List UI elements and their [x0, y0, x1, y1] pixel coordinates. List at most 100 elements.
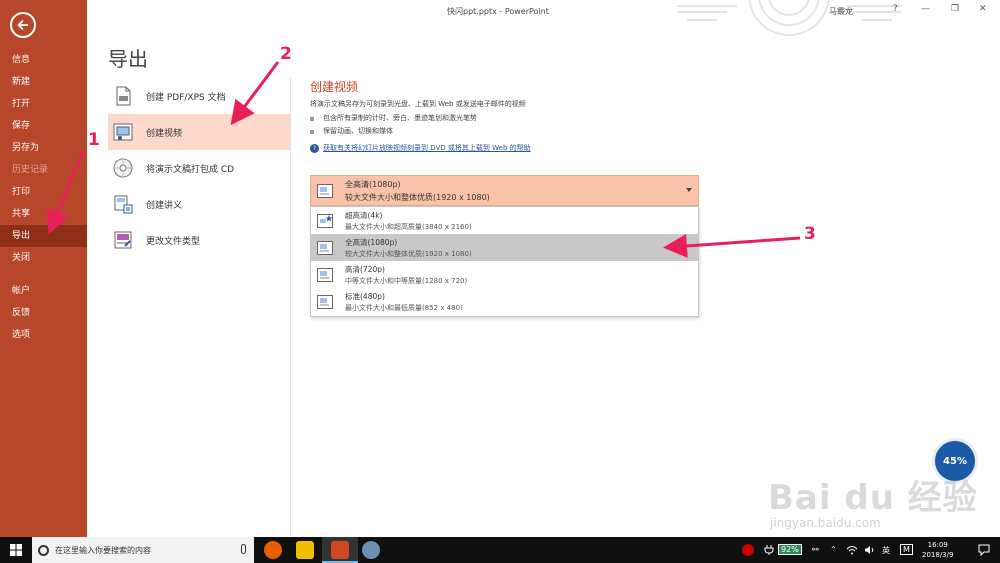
annotation-number-1: 1: [88, 130, 100, 150]
cortana-icon: [38, 544, 49, 556]
export-option-label: 创建讲义: [146, 200, 183, 211]
sidebar-item-open[interactable]: 打开: [0, 93, 87, 115]
ime-language[interactable]: 英: [882, 545, 890, 556]
powerpoint-icon[interactable]: [331, 541, 349, 559]
notifications-icon[interactable]: [978, 544, 990, 556]
sidebar-item-print[interactable]: 打印: [0, 181, 87, 203]
quality-option-title: 标准(480p): [345, 291, 385, 301]
watermark-url: jingyan.baidu.com: [770, 516, 881, 530]
quality-option-480p[interactable]: 标准(480p) 最小文件大小和最低质量(852 x 480): [311, 288, 698, 315]
wifi-icon[interactable]: [846, 545, 858, 555]
back-button[interactable]: [10, 12, 36, 38]
chevron-up-icon[interactable]: ⌃: [830, 545, 837, 554]
video-help-link[interactable]: ? 获取有关将幻灯片放映视频刻录到 DVD 或将其上载到 Web 的帮助: [310, 143, 531, 153]
close-button[interactable]: ✕: [979, 4, 987, 14]
people-icon[interactable]: ⚯: [812, 545, 819, 554]
quality-option-4k[interactable]: 超高清(4k) 最大文件大小和超高质量(3840 x 2160): [311, 207, 698, 234]
quality-option-1080p[interactable]: 全高清(1080p) 较大文件大小和整体优质(1920 x 1080): [311, 234, 698, 261]
export-option-label: 将演示文稿打包成 CD: [146, 164, 235, 175]
dropdown-selected-title: 全高清(1080p): [345, 179, 401, 189]
bullet-text: 保留动画、切换和媒体: [323, 127, 393, 135]
window-title: 快闪ppt.pptx - PowerPoint: [447, 7, 549, 16]
presentation-quality-icon: [317, 183, 333, 198]
pinned-app-icon[interactable]: [362, 541, 380, 559]
clock-date: 2018/3/9: [922, 551, 954, 559]
sidebar-item-history[interactable]: 历史记录: [0, 159, 87, 181]
sidebar-item-close[interactable]: 关闭: [0, 247, 87, 269]
quality-option-subtitle: 中等文件大小和中等质量(1280 x 720): [345, 276, 468, 285]
export-option-video[interactable]: 创建视频: [108, 114, 291, 150]
microphone-icon[interactable]: [241, 544, 246, 554]
video-icon: [113, 123, 133, 141]
pane-divider: [290, 78, 291, 537]
volume-icon[interactable]: [864, 545, 875, 555]
handouts-icon: [114, 195, 133, 214]
backstage-sidebar: 信息 新建 打开 保存 另存为 历史记录 打印 共享 导出 关闭 帐户 反馈 选…: [0, 0, 87, 537]
dropdown-selected-value: 全高清(1080p) 较大文件大小和整体优质(1920 x 1080): [345, 179, 490, 203]
quality-option-title: 全高清(1080p): [345, 237, 398, 247]
system-clock[interactable]: 16:09 2018/3/9: [922, 540, 953, 560]
bullet-item: 保留动画、切换和媒体: [310, 125, 477, 138]
quality-option-title: 超高清(4k): [345, 210, 383, 220]
bullet-text: 包含所有录制的计时、旁白、墨迹笔划和激光笔势: [323, 114, 477, 122]
back-arrow-icon: [17, 19, 28, 31]
firefox-icon[interactable]: [264, 541, 282, 559]
clock-time: 16:09: [927, 541, 948, 549]
presentation-quality-icon: [317, 294, 333, 309]
export-option-cd[interactable]: 将演示文稿打包成 CD: [108, 150, 291, 186]
bullet-square-icon: [310, 129, 314, 134]
help-button[interactable]: ?: [893, 4, 898, 14]
quality-option-subtitle: 最大文件大小和超高质量(3840 x 2160): [345, 222, 472, 231]
ime-mode[interactable]: M: [900, 544, 913, 555]
sidebar-item-options[interactable]: 选项: [0, 324, 87, 346]
export-option-label: 创建 PDF/XPS 文档: [146, 92, 226, 103]
taskbar-search-box[interactable]: 在这里输入你要搜索的内容: [32, 537, 254, 563]
taskbar: 在这里输入你要搜索的内容 92% ⚯ ⌃ 英 M 16:09 2018/3/9: [0, 537, 1000, 563]
sidebar-item-info[interactable]: 信息: [0, 49, 87, 71]
title-bar: 快闪ppt.pptx - PowerPoint 马霰龙 ? — ❐ ✕: [87, 0, 1000, 36]
create-video-description: 将演示文稿另存为可刻录到光盘、上载到 Web 或发送电子邮件的视频: [310, 100, 526, 108]
quality-option-text: 高清(720p) 中等文件大小和中等质量(1280 x 720): [345, 264, 467, 286]
user-name[interactable]: 马霰龙: [829, 6, 853, 17]
tray-antivirus-icon[interactable]: [742, 544, 754, 556]
sidebar-item-save-as[interactable]: 另存为: [0, 137, 87, 159]
bullet-square-icon: [310, 116, 314, 121]
export-option-pdf[interactable]: 创建 PDF/XPS 文档: [108, 78, 291, 114]
sidebar-item-new[interactable]: 新建: [0, 71, 87, 93]
quality-option-text: 全高清(1080p) 较大文件大小和整体优质(1920 x 1080): [345, 237, 472, 259]
sidebar-item-share[interactable]: 共享: [0, 203, 87, 225]
help-circle-icon: ?: [310, 143, 319, 153]
pdf-document-icon: [116, 86, 131, 106]
quality-option-subtitle: 最小文件大小和最低质量(852 x 480): [345, 303, 463, 312]
video-quality-options: 超高清(4k) 最大文件大小和超高质量(3840 x 2160) 全高清(108…: [310, 206, 699, 317]
presentation-quality-icon: [317, 240, 333, 255]
page-title: 导出: [108, 47, 148, 71]
feature-bullets: 包含所有录制的计时、旁白、墨迹笔划和激光笔势 保留动画、切换和媒体: [310, 112, 477, 138]
export-option-handouts[interactable]: 创建讲义: [108, 186, 291, 222]
chevron-down-icon[interactable]: [686, 188, 692, 192]
cd-icon: [113, 158, 133, 178]
sidebar-item-account[interactable]: 帐户: [0, 280, 87, 302]
export-option-change-file-type[interactable]: 更改文件类型: [108, 222, 291, 258]
sidebar-item-export[interactable]: 导出: [0, 225, 87, 247]
create-video-title: 创建视频: [310, 80, 359, 94]
video-quality-dropdown[interactable]: 全高清(1080p) 较大文件大小和整体优质(1920 x 1080): [310, 175, 699, 206]
annotation-number-2: 2: [280, 44, 292, 64]
file-explorer-icon[interactable]: [296, 541, 314, 559]
power-plug-icon[interactable]: [764, 545, 774, 555]
export-option-label: 创建视频: [146, 128, 183, 139]
sidebar-item-feedback[interactable]: 反馈: [0, 302, 87, 324]
battery-indicator[interactable]: 92%: [778, 544, 802, 555]
quality-option-title: 高清(720p): [345, 264, 385, 274]
export-option-label: 更改文件类型: [146, 236, 201, 247]
quality-option-720p[interactable]: 高清(720p) 中等文件大小和中等质量(1280 x 720): [311, 261, 698, 288]
windows-start-icon[interactable]: [10, 544, 22, 556]
restore-button[interactable]: ❐: [951, 4, 959, 14]
help-link-text: 获取有关将幻灯片放映视频刻录到 DVD 或将其上载到 Web 的帮助: [323, 144, 531, 152]
minimize-button[interactable]: —: [921, 4, 930, 14]
sidebar-item-save[interactable]: 保存: [0, 115, 87, 137]
sidebar-menu: 信息 新建 打开 保存 另存为 历史记录 打印 共享 导出 关闭 帐户 反馈 选…: [0, 49, 87, 346]
baidu-watermark: Bai du 经验: [768, 478, 978, 518]
change-file-type-icon: [114, 231, 132, 249]
